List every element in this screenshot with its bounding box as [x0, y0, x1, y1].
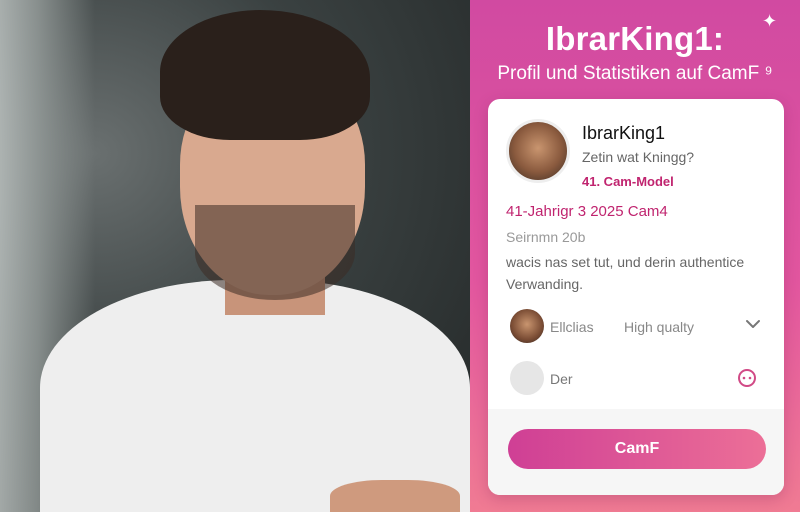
circle-options-icon[interactable] — [736, 367, 758, 389]
secondary-row[interactable]: Der — [488, 357, 784, 407]
username: IbrarKing1 — [582, 123, 666, 143]
model-label: 41. Cam-Model — [582, 174, 674, 189]
age-line: 41-Jahrigr 3 2025 Cam4 — [506, 203, 668, 220]
stage: ✦ IbrarKing1: Profil und Statistiken auf… — [0, 0, 800, 512]
arm — [330, 480, 460, 512]
category-label: Ellclias — [550, 319, 594, 335]
placeholder-avatar — [510, 361, 544, 395]
beard — [195, 205, 355, 300]
card-footer: CamF — [488, 409, 784, 495]
profile-description: wacis nas set tut, und derin authentice … — [506, 254, 745, 292]
profile-card: IbrarKing1 Zetin wat Kningg? 41. Cam-Mod… — [488, 99, 784, 495]
small-avatar — [510, 309, 544, 343]
camf-button[interactable]: CamF — [508, 429, 766, 469]
profile-photo — [0, 0, 470, 512]
hair — [160, 10, 370, 140]
category-row[interactable]: Ellclias High qualty — [488, 305, 784, 355]
user-subline: Zetin wat Kningg? — [582, 149, 695, 165]
person-illustration — [40, 10, 470, 512]
avatar[interactable] — [506, 119, 570, 183]
since-text: Seirnmn 20b — [506, 229, 586, 245]
chevron-down-icon[interactable] — [744, 315, 762, 333]
page-subtitle: Profil und Statistiken auf CamF ⁹ — [497, 63, 773, 84]
page-title: IbrarKing1: — [545, 20, 725, 57]
quality-label: High qualty — [624, 319, 695, 335]
secondary-row-label: Der — [550, 371, 573, 387]
